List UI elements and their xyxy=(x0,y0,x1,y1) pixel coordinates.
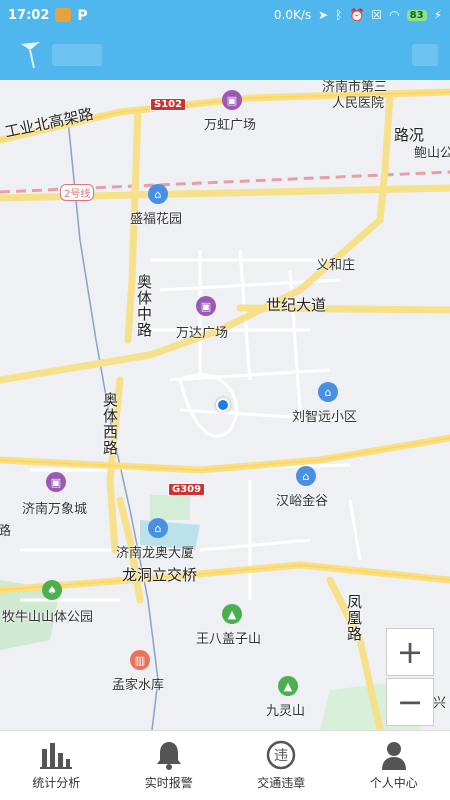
bell-icon xyxy=(153,740,185,770)
mall-icon: ▣ xyxy=(196,296,216,316)
poi-hospital-line2: 人民医院 xyxy=(332,96,385,111)
bottom-tab-bar: 统计分析 实时报警 违 交通违章 个人中心 xyxy=(0,730,450,800)
poi-muniushan-park: 牧牛山山体公园 xyxy=(2,610,94,625)
poi-shengfu-garden: 盛福花园 xyxy=(130,212,183,227)
app-header xyxy=(0,30,450,80)
battery-icon: 83 xyxy=(406,9,427,21)
poi-jinan-longao: 济南龙奥大厦 xyxy=(116,546,195,561)
tab-personal-center[interactable]: 个人中心 xyxy=(338,731,450,800)
p-icon: P xyxy=(77,8,88,24)
header-action-button[interactable] xyxy=(412,44,438,66)
route-shield-s102: S102 xyxy=(150,98,187,111)
zoom-out-button[interactable]: − xyxy=(386,678,434,726)
road-label-century-avenue: 世纪大道 xyxy=(266,296,327,314)
poi-baoshan: 鲍山公 xyxy=(414,146,450,161)
user-icon xyxy=(378,740,410,770)
route-shield-g309: G309 xyxy=(168,483,206,496)
notification-app-icon xyxy=(55,8,72,22)
tab-label: 实时报警 xyxy=(144,776,193,790)
mountain-icon: ▲ xyxy=(278,676,298,696)
sim-icon: ☒ xyxy=(371,8,383,22)
tab-label: 统计分析 xyxy=(32,776,81,790)
location-icon: ➤ xyxy=(318,8,329,22)
current-location-marker xyxy=(216,398,230,412)
charging-icon: ⚡ xyxy=(433,8,442,22)
violation-icon-text: 违 xyxy=(274,748,288,764)
map-view[interactable]: S102 G309 2号线 工业北高架路 ▣ 万虹广场 济南市第三 人民医院 路… xyxy=(0,80,450,730)
road-label-aoti-west: 奥体西路 xyxy=(101,392,119,456)
alarm-icon: ⏰ xyxy=(349,8,365,22)
poi-hanyu-jingu: 汉峪金谷 xyxy=(276,494,329,509)
residential-icon: ⌂ xyxy=(148,184,168,204)
building-icon: ⌂ xyxy=(296,466,316,486)
tab-label: 交通违章 xyxy=(257,776,306,790)
residential-icon: ⌂ xyxy=(318,382,338,402)
network-speed: 0.0K/s xyxy=(273,8,312,22)
bar-chart-icon xyxy=(40,740,73,770)
tab-realtime-alarm[interactable]: 实时报警 xyxy=(113,731,226,800)
app-logo-icon xyxy=(21,42,40,69)
mountain-icon: ▲ xyxy=(222,604,242,624)
poi-wangba-gaizi: 王八盖子山 xyxy=(196,632,262,647)
poi-jinan-wanxiang: 济南万象城 xyxy=(22,502,88,517)
poi-mengjia-reservoir: 孟家水库 xyxy=(112,678,165,693)
page-title xyxy=(52,44,102,66)
violation-icon: 违 xyxy=(265,740,297,770)
tab-label: 个人中心 xyxy=(369,776,418,790)
poi-wanhong-plaza: 万虹广场 xyxy=(204,118,257,133)
wifi-icon: ◠ xyxy=(389,8,400,22)
poi-liu-zhiyuan: 刘智远小区 xyxy=(292,410,358,425)
metro-line-badge: 2号线 xyxy=(60,184,95,201)
reservoir-icon: ▥ xyxy=(130,650,150,670)
road-label-left-edge: 路 xyxy=(0,524,12,539)
mall-icon: ▣ xyxy=(222,90,242,110)
bluetooth-icon: ᛒ xyxy=(335,8,343,22)
mall-icon: ▣ xyxy=(46,472,66,492)
poi-wanda-plaza: 万达广场 xyxy=(176,326,229,341)
road-label-longdong-interchange: 龙洞立交桥 xyxy=(122,566,198,584)
road-label-fenghuang: 凤凰路 xyxy=(345,594,363,642)
zoom-in-button[interactable]: + xyxy=(386,628,434,676)
status-indicators: 0.0K/s ➤ ᛒ ⏰ ☒ ◠ 83 ⚡ xyxy=(274,8,442,22)
poi-yihe-village: 义和庄 xyxy=(316,258,356,273)
status-bar: 17:02 P 0.0K/s ➤ ᛒ ⏰ ☒ ◠ 83 ⚡ xyxy=(0,0,450,30)
poi-jiuling-mountain: 九灵山 xyxy=(266,704,306,719)
road-label-aoti-middle: 奥体中路 xyxy=(135,274,153,338)
building-icon: ⌂ xyxy=(148,518,168,538)
app-screen: 17:02 P 0.0K/s ➤ ᛒ ⏰ ☒ ◠ 83 ⚡ S102 G309 … xyxy=(0,0,450,800)
tab-statistics[interactable]: 统计分析 xyxy=(0,731,113,800)
status-time: 17:02 xyxy=(8,7,50,23)
tab-traffic-violation[interactable]: 违 交通违章 xyxy=(225,731,338,800)
park-icon: ♠ xyxy=(42,580,62,600)
